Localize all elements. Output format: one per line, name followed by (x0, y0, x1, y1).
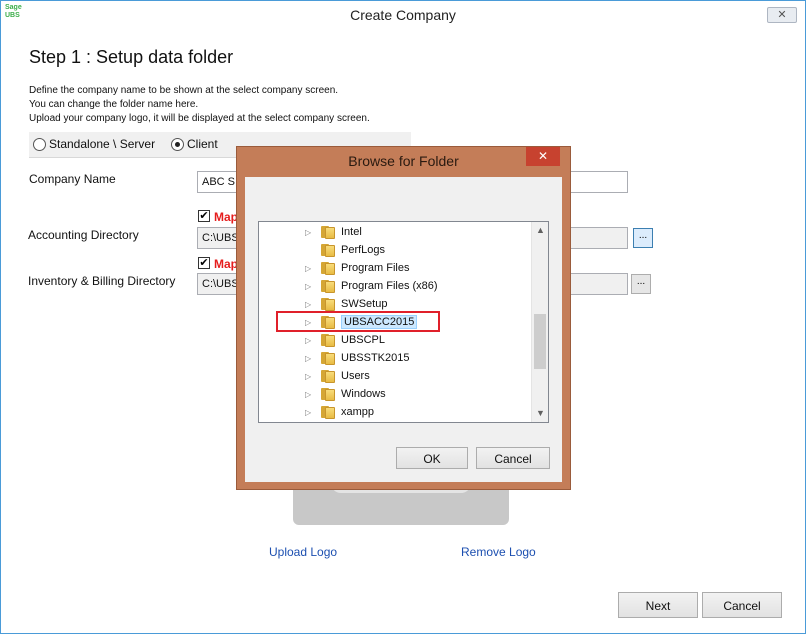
expand-arrow-icon[interactable]: ▷ (305, 336, 315, 345)
standalone-radio[interactable]: Standalone \ Server (33, 137, 155, 151)
next-button[interactable]: Next (618, 592, 698, 618)
folder-icon (321, 279, 336, 293)
folder-tree-item[interactable]: ▷ Windows (259, 385, 386, 403)
folder-name: SWSetup (341, 298, 388, 310)
upload-logo-link[interactable]: Upload Logo (269, 545, 337, 559)
expand-arrow-icon[interactable]: ▷ (305, 354, 315, 363)
close-window-button[interactable]: ✕ (767, 7, 797, 23)
folder-icon (321, 333, 336, 347)
folder-icon (321, 369, 336, 383)
folder-tree-item[interactable]: PerfLogs (259, 241, 385, 259)
scroll-down-icon[interactable]: ▼ (532, 405, 548, 422)
folder-name: Program Files (341, 262, 410, 274)
inventory-billing-directory-label: Inventory & Billing Directory (28, 274, 176, 288)
folder-icon (321, 225, 336, 239)
dialog-ok-button[interactable]: OK (396, 447, 468, 469)
folder-name: xampp (341, 406, 375, 418)
dialog-title: Browse for Folder (348, 153, 459, 169)
scroll-up-icon[interactable]: ▲ (532, 222, 548, 239)
cancel-button[interactable]: Cancel (702, 592, 782, 618)
description-line-1: Define the company name to be shown at t… (29, 85, 339, 96)
standalone-radio-label: Standalone \ Server (49, 137, 156, 151)
folder-icon (321, 387, 336, 401)
accounting-map-checkbox[interactable]: ✔ (198, 210, 210, 222)
folder-icon (321, 243, 336, 257)
radio-circle-selected (171, 137, 184, 151)
folder-name: Intel (341, 226, 362, 238)
folder-name: UBSSTK2015 (341, 352, 410, 364)
title-bar: Sage UBS Create Company ✕ (1, 1, 805, 29)
radio-circle (33, 137, 46, 151)
accounting-map-label: Map (214, 210, 238, 224)
accounting-directory-label: Accounting Directory (28, 228, 139, 242)
expand-arrow-icon[interactable]: ▷ (305, 372, 315, 381)
remove-logo-link[interactable]: Remove Logo (461, 545, 536, 559)
client-radio[interactable]: Client (171, 137, 218, 151)
folder-tree-item[interactable]: ▷ UBSCPL (259, 331, 385, 349)
folder-tree-item[interactable]: ▷ Intel (259, 223, 362, 241)
expand-arrow-icon[interactable]: ▷ (305, 228, 315, 237)
folder-name: Program Files (x86) (341, 280, 438, 292)
dialog-close-button[interactable]: ✕ (526, 147, 560, 166)
folder-name: Windows (341, 388, 386, 400)
inventory-map-checkbox[interactable]: ✔ (198, 257, 210, 269)
folder-icon (321, 261, 336, 275)
folder-icon (321, 351, 336, 365)
step-title: Step 1 : Setup data folder (29, 47, 234, 67)
scroll-thumb[interactable] (534, 314, 546, 369)
folder-tree-item[interactable]: ▷ UBSSTK2015 (259, 349, 409, 367)
expand-arrow-icon[interactable]: ▷ (305, 390, 315, 399)
accounting-browse-button[interactable]: ... (633, 228, 653, 248)
client-radio-label: Client (187, 137, 218, 151)
inventory-browse-button[interactable]: ... (631, 274, 651, 294)
folder-icon (321, 297, 336, 311)
description-line-3: Upload your company logo, it will be dis… (29, 113, 370, 124)
folder-name: Users (341, 370, 370, 382)
expand-arrow-icon[interactable]: ▷ (305, 300, 315, 309)
company-name-label: Company Name (29, 172, 116, 186)
folder-name: UBSCPL (341, 334, 386, 346)
expand-arrow-icon[interactable]: ▷ (305, 408, 315, 417)
selected-folder-highlight (276, 311, 440, 332)
folder-tree-item[interactable]: ▷ Program Files (259, 259, 409, 277)
folder-icon (321, 405, 336, 419)
folder-tree-item[interactable]: ▷ Users (259, 367, 370, 385)
tree-scrollbar[interactable]: ▲ ▼ (531, 222, 548, 422)
folder-tree-item[interactable]: ▷ Program Files (x86) (259, 277, 438, 295)
folder-tree-item[interactable]: ▷ xampp (259, 403, 374, 421)
folder-name: PerfLogs (341, 244, 386, 256)
expand-arrow-icon[interactable]: ▷ (305, 264, 315, 273)
description-line-2: You can change the folder name here. (29, 99, 199, 110)
window-title: Create Company (350, 7, 456, 23)
inventory-map-label: Map (214, 257, 238, 271)
dialog-cancel-button[interactable]: Cancel (476, 447, 550, 469)
expand-arrow-icon[interactable]: ▷ (305, 282, 315, 291)
